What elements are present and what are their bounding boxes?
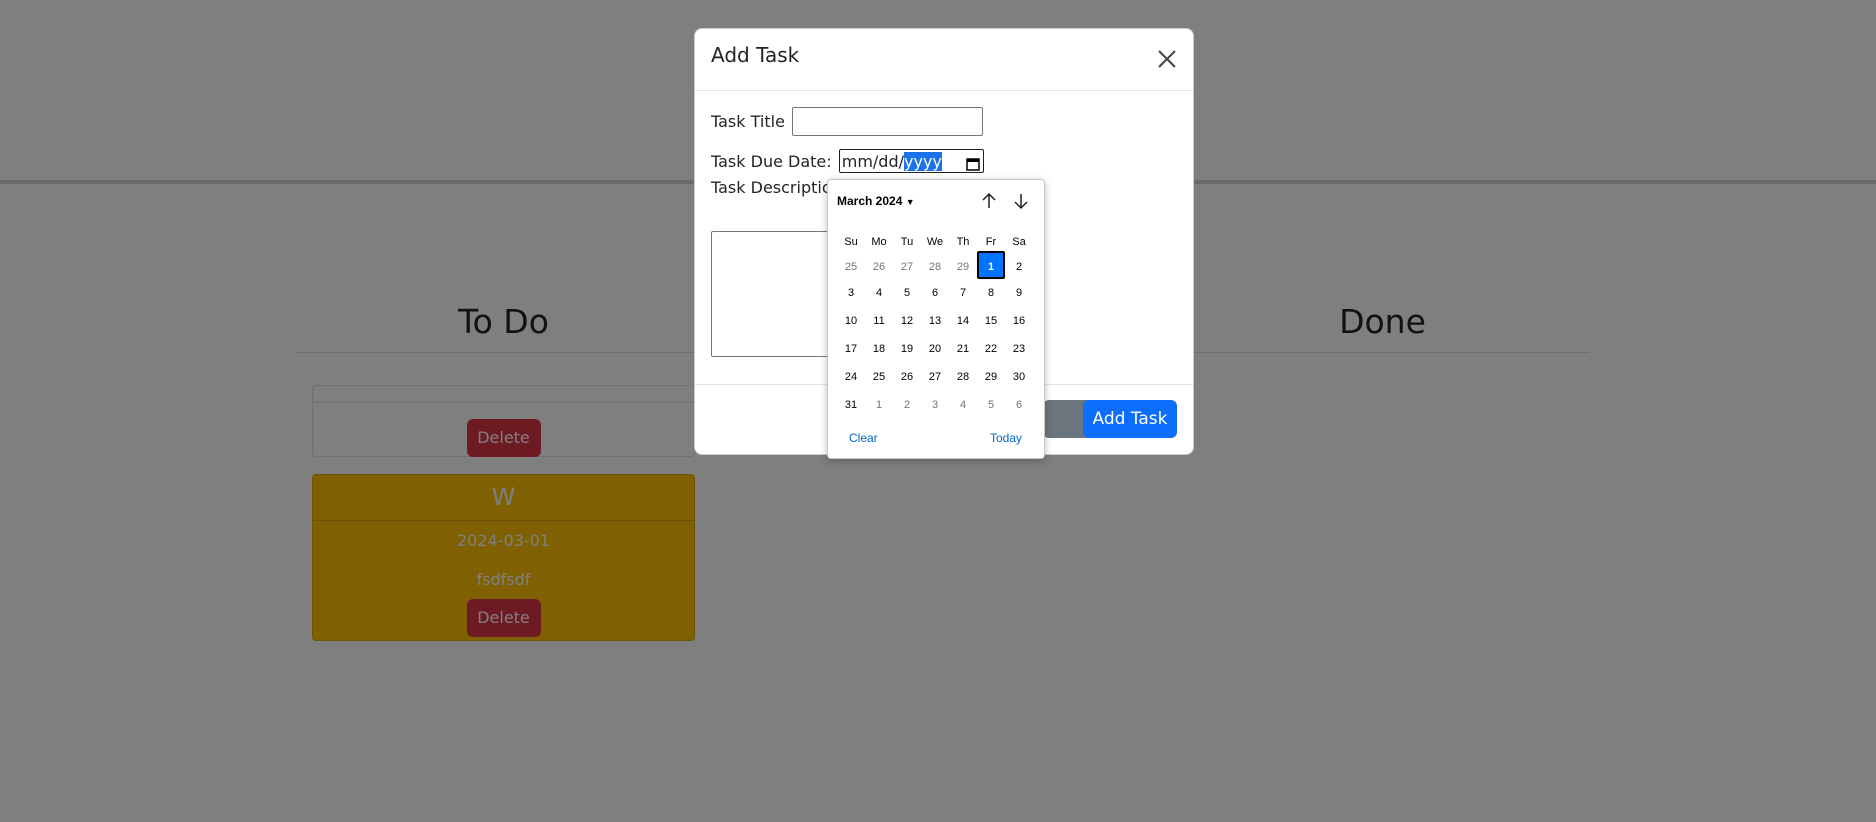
calendar-icon[interactable] xyxy=(965,154,980,171)
day-cell[interactable]: 28 xyxy=(949,363,977,391)
day-cell[interactable]: 27 xyxy=(921,363,949,391)
day-cell[interactable]: 9 xyxy=(1005,279,1033,307)
add-task-button[interactable]: Add Task xyxy=(1083,400,1177,438)
week-row: 24 25 26 27 28 29 30 xyxy=(837,363,1035,391)
day-cell[interactable]: 29 xyxy=(949,253,977,281)
task-title-row: Task Title xyxy=(711,107,983,136)
task-description-row: Task Description xyxy=(711,177,842,197)
week-row: 31 1 2 3 4 5 6 xyxy=(837,391,1035,419)
date-year-segment[interactable]: yyyy xyxy=(904,152,942,171)
day-cell[interactable]: 2 xyxy=(893,391,921,419)
day-cell[interactable]: 18 xyxy=(865,335,893,363)
day-cell[interactable]: 6 xyxy=(1005,391,1033,419)
day-cell[interactable]: 3 xyxy=(921,391,949,419)
day-cell[interactable]: 25 xyxy=(837,253,865,281)
day-cell[interactable]: 27 xyxy=(893,253,921,281)
week-row: 10 11 12 13 14 15 16 xyxy=(837,307,1035,335)
modal-title: Add Task xyxy=(711,43,800,67)
modal-header: Add Task xyxy=(695,29,1193,91)
day-cell[interactable]: 12 xyxy=(893,307,921,335)
arrow-down-icon[interactable] xyxy=(1011,191,1031,211)
task-due-date-label: Task Due Date: xyxy=(711,151,832,171)
day-cell[interactable]: 1 xyxy=(977,251,1005,279)
day-cell[interactable]: 8 xyxy=(977,279,1005,307)
day-cell[interactable]: 22 xyxy=(977,335,1005,363)
weekday-label: Tu xyxy=(900,236,914,248)
month-year-selector[interactable]: March 2024 ▼ xyxy=(837,194,915,208)
task-title-label: Task Title xyxy=(711,112,785,131)
day-cell[interactable]: 16 xyxy=(1005,307,1033,335)
day-cell[interactable]: 10 xyxy=(837,307,865,335)
weekday-label: Sa xyxy=(1012,236,1026,248)
day-cell[interactable]: 6 xyxy=(921,279,949,307)
day-cell[interactable]: 23 xyxy=(1005,335,1033,363)
week-row: 3456789 xyxy=(837,279,1035,307)
day-cell[interactable]: 1 xyxy=(865,391,893,419)
day-grid: 25 26 27 28 29 1 2 3 4 5 6 7 8 9 10 11 12 13 14 15 16 17 18 19 2… xyxy=(837,251,1035,419)
today-button[interactable]: Today xyxy=(990,431,1022,445)
day-cell[interactable]: 20 xyxy=(921,335,949,363)
week-row: 17 18 19 20 21 22 23 xyxy=(837,335,1035,363)
close-icon[interactable] xyxy=(1155,47,1179,71)
date-picker-popup: March 2024 ▼ Su Mo Tu We Th Fr Sa 25 26 27 28 29 1 2… xyxy=(827,179,1045,459)
weekday-label: Fr xyxy=(985,236,997,248)
day-cell[interactable]: 30 xyxy=(1005,363,1033,391)
weekday-label: Mo xyxy=(871,236,887,248)
day-cell[interactable]: 21 xyxy=(949,335,977,363)
day-cell[interactable]: 19 xyxy=(893,335,921,363)
day-cell[interactable]: 14 xyxy=(949,307,977,335)
day-cell[interactable]: 24 xyxy=(837,363,865,391)
day-cell[interactable]: 26 xyxy=(893,363,921,391)
weekday-label: Su xyxy=(844,236,858,248)
date-month-segment[interactable]: mm xyxy=(842,152,873,171)
day-cell[interactable]: 2 xyxy=(1005,253,1033,281)
weekday-label: We xyxy=(926,236,944,248)
date-day-segment[interactable]: dd xyxy=(878,152,898,171)
day-cell[interactable]: 3 xyxy=(837,279,865,307)
clear-button[interactable]: Clear xyxy=(849,431,878,445)
day-cell[interactable]: 11 xyxy=(865,307,893,335)
day-cell[interactable]: 13 xyxy=(921,307,949,335)
page: To Do Delete W 2024-03-01 fsdfsdf Delete… xyxy=(0,0,1876,822)
day-cell[interactable]: 17 xyxy=(837,335,865,363)
day-cell[interactable]: 5 xyxy=(977,391,1005,419)
task-due-date-row: Task Due Date: mm/dd/yyyy xyxy=(711,149,984,173)
task-description-label: Task Description xyxy=(711,178,842,197)
day-cell[interactable]: 28 xyxy=(921,253,949,281)
month-year-label: March 2024 xyxy=(837,194,903,208)
day-cell[interactable]: 15 xyxy=(977,307,1005,335)
day-cell[interactable]: 4 xyxy=(865,279,893,307)
task-title-input[interactable] xyxy=(792,107,983,136)
day-cell[interactable]: 25 xyxy=(865,363,893,391)
day-cell[interactable]: 5 xyxy=(893,279,921,307)
day-cell[interactable]: 31 xyxy=(837,391,865,419)
task-due-date-input[interactable]: mm/dd/yyyy xyxy=(838,149,984,173)
day-cell[interactable]: 26 xyxy=(865,253,893,281)
day-cell[interactable]: 29 xyxy=(977,363,1005,391)
weekday-label: Th xyxy=(956,236,970,248)
caret-down-icon: ▼ xyxy=(905,197,915,207)
day-cell[interactable]: 7 xyxy=(949,279,977,307)
arrow-up-icon[interactable] xyxy=(979,191,999,211)
week-row: 25 26 27 28 29 1 2 xyxy=(837,251,1035,279)
day-cell[interactable]: 4 xyxy=(949,391,977,419)
